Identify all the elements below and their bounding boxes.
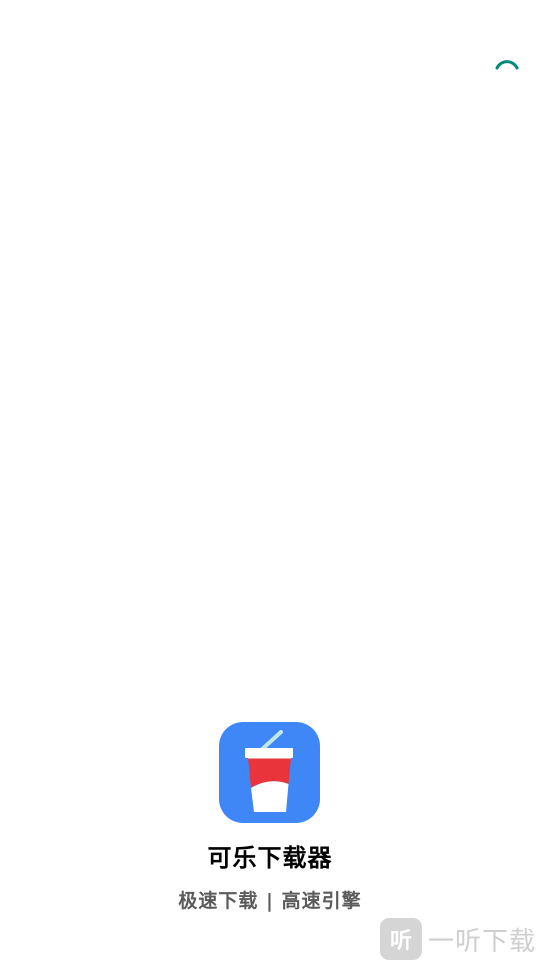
app-name: 可乐下载器 bbox=[207, 844, 333, 872]
loading-spinner-icon bbox=[492, 56, 522, 86]
watermark: 听 一听下载 bbox=[380, 918, 536, 960]
app-slogan: 极速下载 | 高速引擎 bbox=[178, 890, 362, 912]
watermark-text: 一听下载 bbox=[428, 926, 537, 957]
watermark-logo-icon: 听 bbox=[380, 918, 422, 960]
cola-cup-icon bbox=[245, 730, 293, 812]
app-logo bbox=[219, 722, 320, 823]
